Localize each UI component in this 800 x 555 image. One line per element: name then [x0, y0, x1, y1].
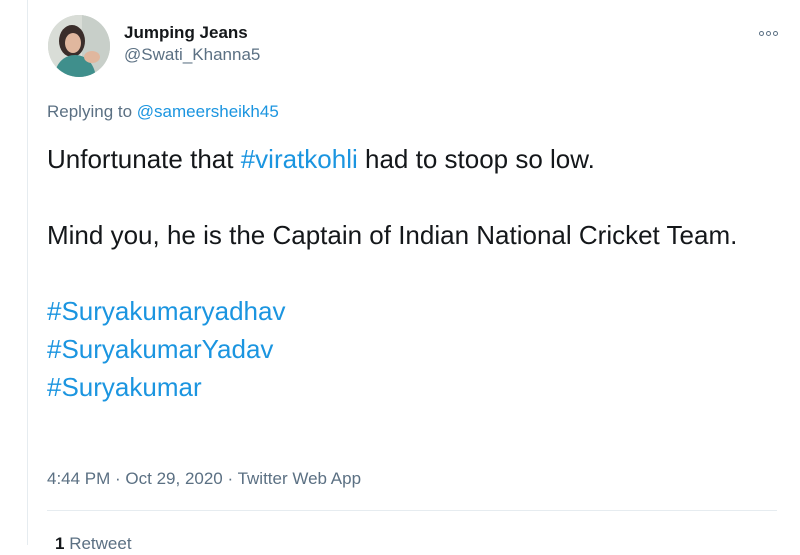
author-display-name[interactable]: Jumping Jeans — [124, 22, 260, 44]
retweet-count: 1 — [55, 534, 65, 553]
author-block: Jumping Jeans @Swati_Khanna5 — [124, 22, 260, 66]
avatar[interactable] — [48, 15, 110, 77]
more-options-icon[interactable] — [756, 27, 780, 39]
hashtag-link[interactable]: #Suryakumaryadhav — [47, 296, 285, 326]
more-dot — [765, 30, 771, 36]
meta-separator: · — [110, 469, 126, 488]
replying-to-mention[interactable]: @sameersheikh45 — [137, 102, 279, 121]
author-handle[interactable]: @Swati_Khanna5 — [124, 44, 260, 66]
hashtag-link[interactable]: #Suryakumar — [47, 372, 202, 402]
tweet-source[interactable]: Twitter Web App — [238, 469, 361, 488]
tweet-time[interactable]: 4:44 PM — [47, 469, 110, 488]
hashtag-viratkohli[interactable]: #viratkohli — [241, 144, 358, 174]
meta-separator: · — [222, 469, 238, 488]
tweet-hashtags: #Suryakumaryadhav #SuryakumarYadav #Sury… — [47, 292, 777, 406]
tweet-stats[interactable]: 1 Retweet — [55, 533, 132, 555]
tweet-text: Unfortunate that #viratkohli had to stoo… — [47, 140, 777, 406]
tweet: Jumping Jeans @Swati_Khanna5 Replying to… — [0, 0, 800, 553]
replying-label: Replying to — [47, 102, 133, 121]
more-dot — [772, 30, 778, 36]
tweet-meta: 4:44 PM · Oct 29, 2020 · Twitter Web App — [47, 468, 361, 490]
tweet-date[interactable]: Oct 29, 2020 — [125, 469, 222, 488]
more-dot — [758, 30, 764, 36]
divider — [47, 510, 777, 511]
tweet-paragraph-1: Unfortunate that #viratkohli had to stoo… — [47, 140, 777, 178]
tweet-text-segment: had to stoop so low. — [365, 144, 595, 174]
hashtag-link[interactable]: #SuryakumarYadav — [47, 334, 273, 364]
tweet-paragraph-2: Mind you, he is the Captain of Indian Na… — [47, 220, 738, 250]
retweet-label: Retweet — [69, 534, 132, 553]
replying-to: Replying to @sameersheikh45 — [47, 101, 279, 123]
tweet-text-segment: Unfortunate that — [47, 144, 234, 174]
avatar-photo — [48, 15, 110, 77]
